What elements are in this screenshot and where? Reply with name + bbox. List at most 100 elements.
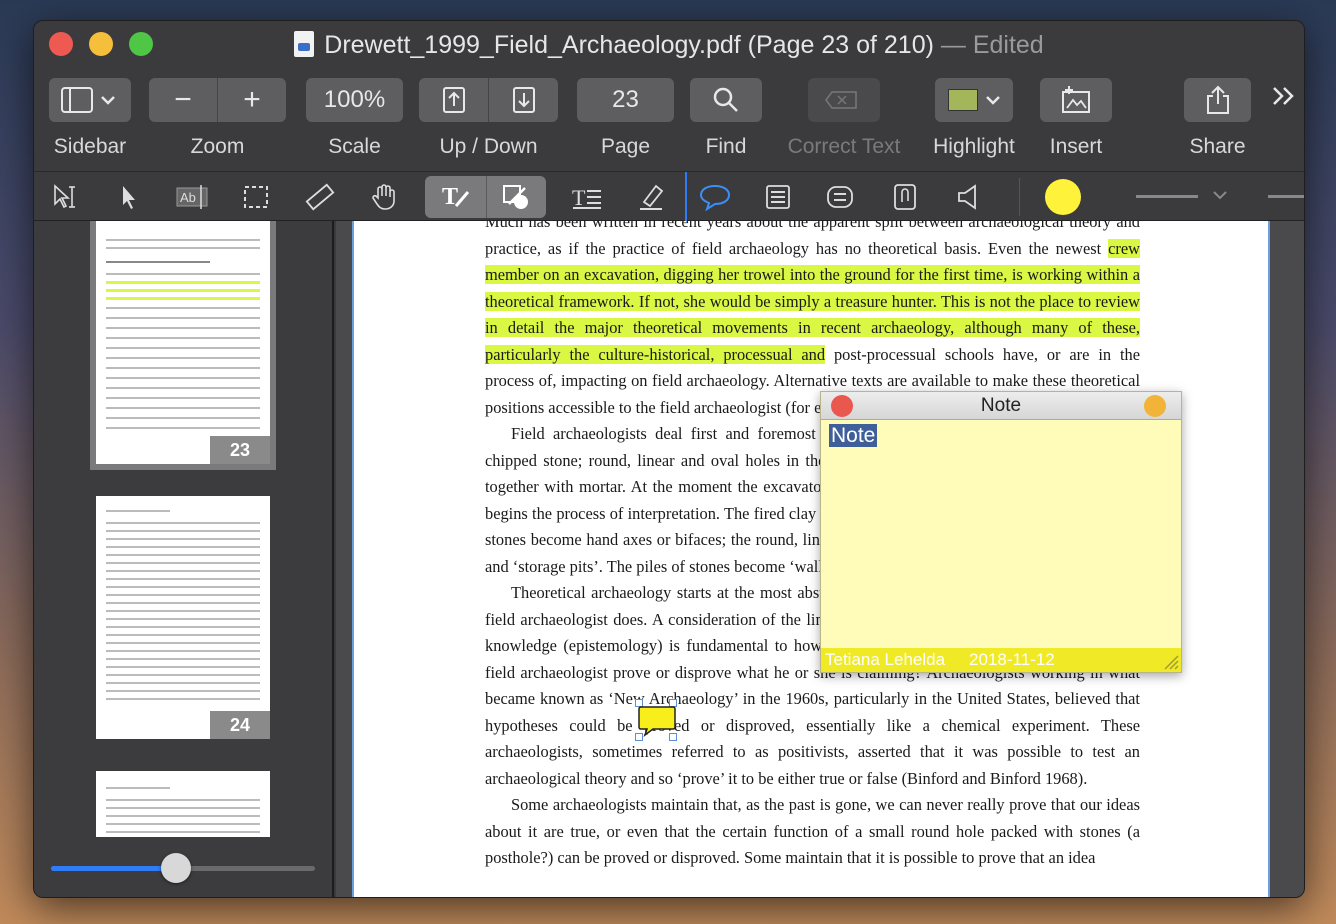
- insert-button[interactable]: [1040, 78, 1112, 122]
- highlight-label: Highlight: [933, 135, 1015, 158]
- note-header: Note: [821, 392, 1181, 420]
- list-tool[interactable]: [757, 176, 799, 218]
- select-tool[interactable]: [107, 176, 149, 218]
- paragraph: Some archaeologists maintain that, as th…: [485, 795, 1140, 867]
- shape-pen-icon: [503, 185, 528, 209]
- double-chevron-right-icon: [1273, 87, 1294, 105]
- arrow-up-icon: [442, 87, 465, 113]
- share-button[interactable]: [1184, 78, 1251, 122]
- ruler-icon: [305, 183, 335, 211]
- updown-control: [419, 78, 558, 122]
- line-width-selector[interactable]: [1136, 195, 1198, 198]
- measure-tool[interactable]: [299, 176, 341, 218]
- document-viewport: Much has been written in recent years ab…: [336, 221, 1304, 897]
- note-content[interactable]: Note: [829, 424, 878, 447]
- pdf-document-icon: [294, 31, 315, 57]
- slider-knob[interactable]: [161, 853, 191, 883]
- speech-bubble-icon: [699, 184, 731, 212]
- list-box-icon: [766, 185, 790, 209]
- shape-annotation-tool[interactable]: [496, 176, 538, 218]
- find-button[interactable]: [690, 78, 762, 122]
- ocr-text-tool[interactable]: Ab: [171, 176, 213, 218]
- highlight-button[interactable]: [935, 78, 1013, 122]
- thumbnail-page-number: 24: [210, 711, 270, 739]
- note-popup: Note Note Tetiana Lehelda 2018-11-12: [820, 391, 1182, 673]
- correct-text-button[interactable]: [808, 78, 880, 122]
- speaker-icon: [958, 184, 976, 210]
- dashed-rectangle-icon: [244, 186, 268, 208]
- page-down-button[interactable]: [489, 86, 558, 114]
- page-up-button[interactable]: [419, 86, 488, 114]
- note-author: Tetiana Lehelda: [825, 650, 946, 669]
- thumbnail-sidebar: 23 24: [34, 221, 334, 897]
- chevron-down-icon: [1213, 191, 1227, 200]
- toolbar-overflow-button[interactable]: [1270, 83, 1296, 114]
- svg-text:T: T: [572, 185, 586, 210]
- svg-text:Ab: Ab: [180, 190, 196, 205]
- note-editor[interactable]: Note: [821, 420, 1181, 452]
- zoom-out-button[interactable]: −: [149, 83, 217, 117]
- page-thumbnail[interactable]: 23: [96, 221, 270, 464]
- stamp-tool[interactable]: [819, 176, 861, 218]
- highlighter-tool[interactable]: [630, 176, 672, 218]
- text-pen-icon: T: [442, 184, 470, 210]
- share-label: Share: [1189, 135, 1246, 158]
- page-label: Page: [600, 135, 651, 158]
- updown-label: Up / Down: [439, 135, 538, 158]
- slider-fill: [51, 866, 176, 871]
- insert-label: Insert: [1049, 135, 1103, 158]
- text-box-icon: Ab: [176, 185, 208, 209]
- pan-tool[interactable]: [363, 176, 405, 218]
- note-minimize-button[interactable]: [1144, 395, 1166, 417]
- page-thumbnail[interactable]: [96, 771, 270, 837]
- zoom-control: − +: [149, 78, 286, 122]
- titlebar: Drewett_1999_Field_Archaeology.pdf (Page…: [34, 21, 1304, 171]
- window-title: Drewett_1999_Field_Archaeology.pdf (Page…: [34, 31, 1304, 60]
- app-window: Drewett_1999_Field_Archaeology.pdf (Page…: [33, 20, 1305, 898]
- note-footer: Tetiana Lehelda 2018-11-12: [821, 648, 1181, 672]
- text-lines-icon: T: [572, 185, 601, 210]
- correct-text-icon: [825, 91, 857, 109]
- sidebar-label: Sidebar: [53, 135, 127, 158]
- text-box-tool[interactable]: T: [566, 176, 608, 218]
- stamp-icon: [827, 186, 853, 208]
- find-label: Find: [705, 135, 747, 158]
- sound-tool[interactable]: [948, 176, 990, 218]
- rect-select-tool[interactable]: [235, 176, 277, 218]
- comment-icon: [638, 706, 676, 737]
- hand-icon: [372, 184, 395, 210]
- chevron-down-icon: [986, 96, 1000, 105]
- insert-image-icon: [1062, 86, 1090, 113]
- thumbnail-page-number: 23: [210, 436, 270, 464]
- resize-grip-icon[interactable]: [1161, 652, 1179, 670]
- zoom-label: Zoom: [190, 135, 245, 158]
- arrow-pointer-icon: [123, 186, 135, 209]
- line-width-dropdown[interactable]: [1212, 188, 1228, 206]
- page-thumbnail[interactable]: 24: [96, 496, 270, 739]
- page-number-field[interactable]: 23: [577, 78, 674, 122]
- svg-text:T: T: [442, 184, 458, 210]
- text-select-tool[interactable]: [44, 176, 86, 218]
- note-date: 2018-11-12: [969, 650, 1055, 669]
- sidebar-button[interactable]: [49, 78, 131, 122]
- attachment-tool[interactable]: [884, 176, 926, 218]
- paperclip-icon: [894, 184, 916, 210]
- text-cursor-arrow-icon: [54, 184, 75, 209]
- note-annotation-marker[interactable]: [635, 699, 677, 741]
- line-style-selector[interactable]: [1268, 195, 1304, 198]
- note-title: Note: [980, 395, 1022, 416]
- text-annotation-tool[interactable]: T: [435, 176, 477, 218]
- marker-icon: [640, 184, 664, 210]
- share-icon: [1206, 85, 1229, 114]
- note-close-button[interactable]: [831, 395, 853, 417]
- correct-text-label: Correct Text: [787, 135, 901, 158]
- zoom-in-button[interactable]: +: [218, 83, 286, 117]
- annotation-toolbar: Ab T T: [34, 171, 1304, 222]
- sidebar-icon: [61, 87, 115, 113]
- search-icon: [713, 87, 738, 112]
- scale-button[interactable]: 100%: [306, 78, 403, 122]
- highlight-color-swatch: [948, 89, 978, 111]
- note-tool[interactable]: [694, 176, 736, 218]
- scale-label: Scale: [328, 135, 381, 158]
- annotation-color-button[interactable]: [1045, 179, 1081, 215]
